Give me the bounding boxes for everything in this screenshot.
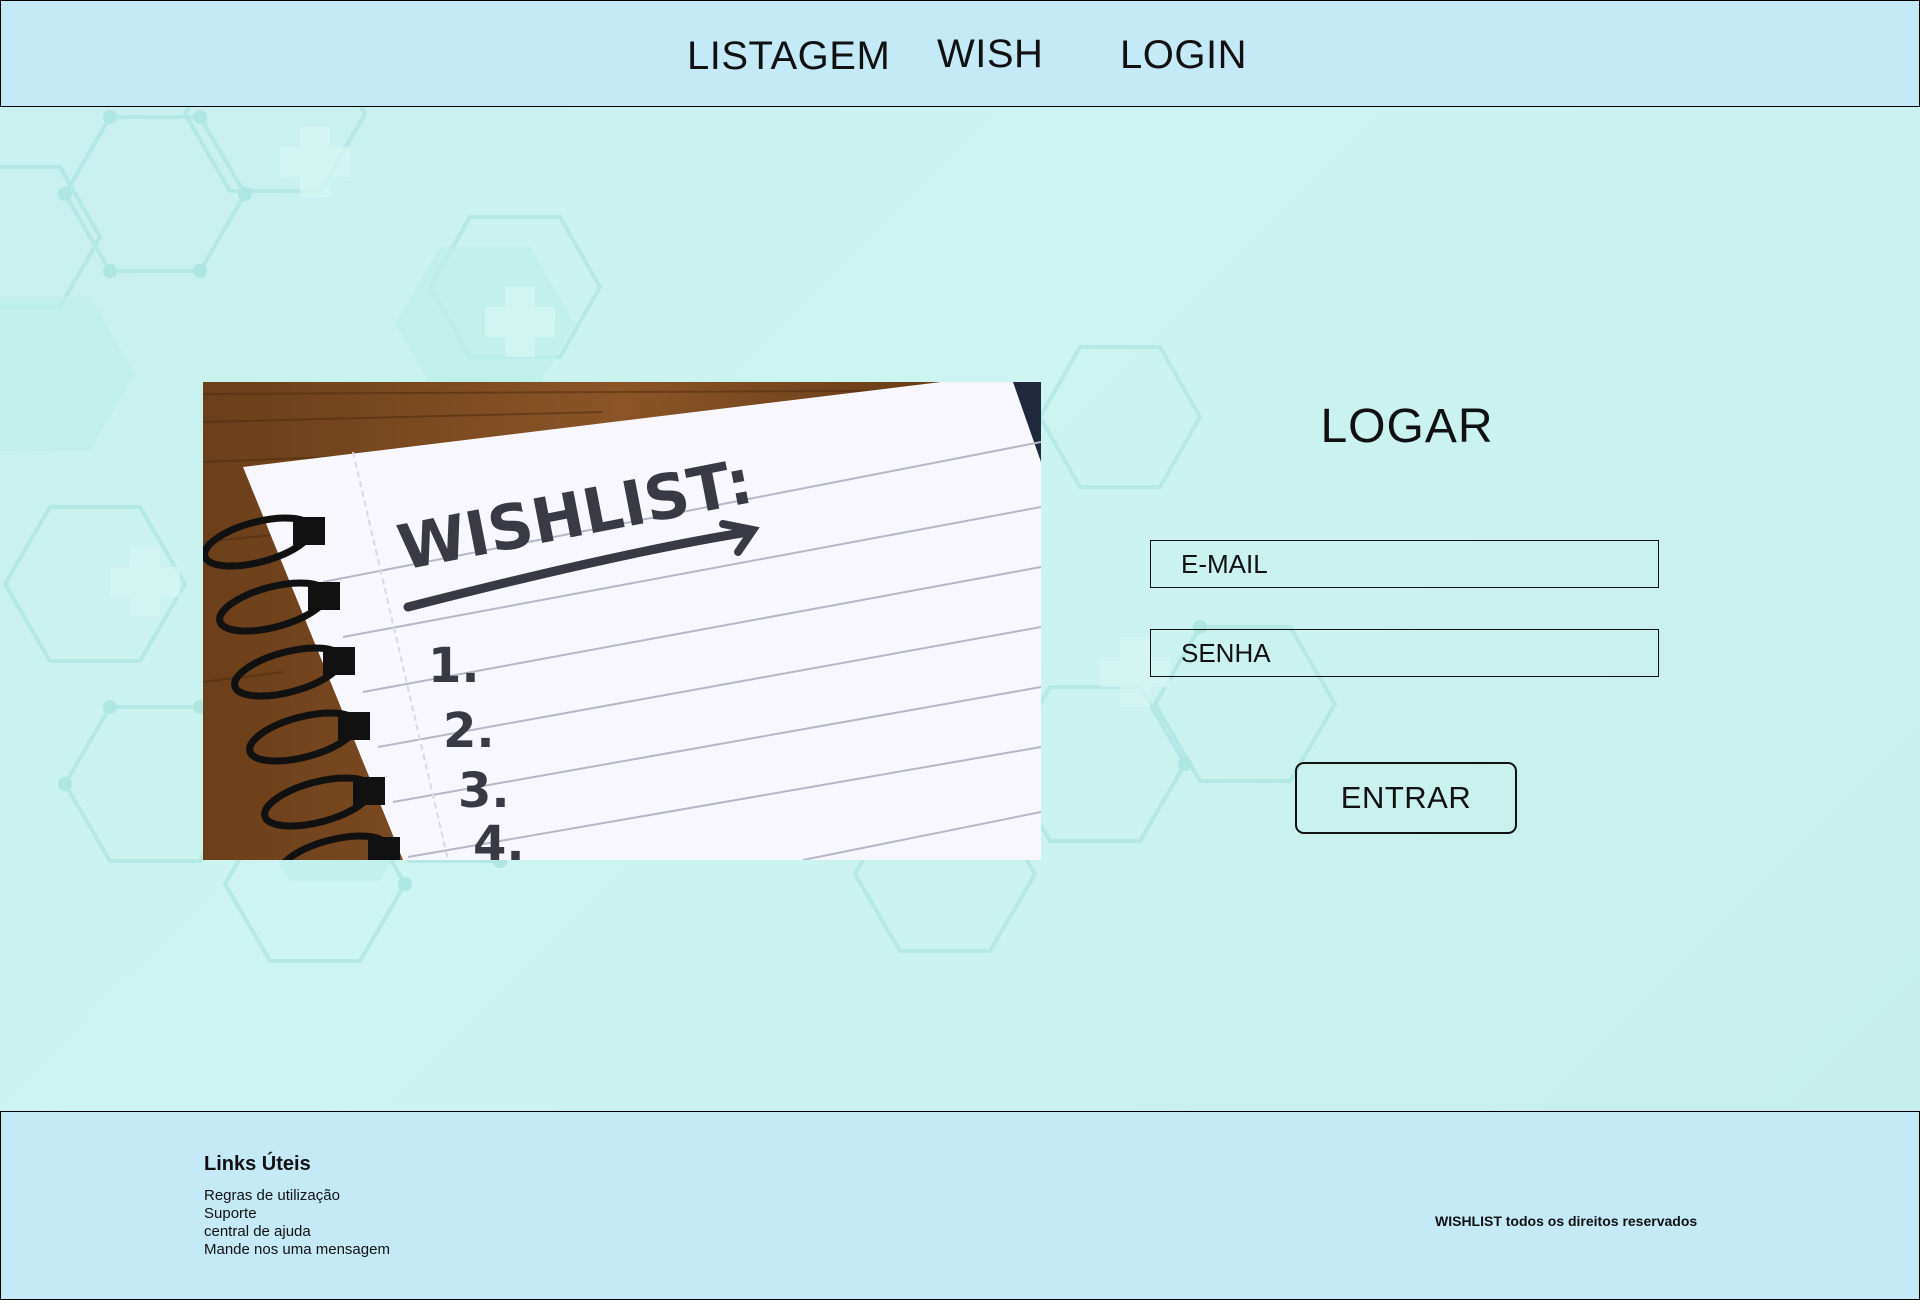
footer-link-rules[interactable]: Regras de utilização — [204, 1187, 390, 1205]
footer: Links Úteis Regras de utilização Suporte… — [0, 1111, 1920, 1300]
nav-login-link[interactable]: LOGIN — [1120, 33, 1247, 78]
footer-links: Regras de utilização Suporte central de … — [204, 1187, 390, 1259]
footer-link-help-center[interactable]: central de ajuda — [204, 1223, 390, 1241]
password-field[interactable] — [1150, 629, 1659, 677]
notebook-item-3: 3. — [458, 763, 510, 819]
copyright-notice: WISHLIST todos os direitos reservados — [1435, 1213, 1698, 1229]
submit-login-button[interactable]: ENTRAR — [1295, 762, 1517, 834]
nav-wish-link[interactable]: WISH — [937, 32, 1043, 77]
notebook-item-1: 1. — [428, 638, 480, 694]
notebook-item-4: 4. — [473, 816, 525, 860]
nav-listagem-link[interactable]: LISTAGEM — [687, 34, 890, 79]
top-navigation-bar: LISTAGEM WISH LOGIN — [0, 0, 1920, 107]
login-title: LOGAR — [1320, 400, 1494, 453]
notebook-item-2: 2. — [443, 703, 495, 759]
footer-link-contact[interactable]: Mande nos uma mensagem — [204, 1241, 390, 1259]
footer-heading: Links Úteis — [204, 1153, 311, 1175]
email-field[interactable] — [1150, 540, 1659, 588]
footer-link-support[interactable]: Suporte — [204, 1205, 390, 1223]
wishlist-notebook-image: WISHLIST: 1. 2. 3. 4. — [203, 382, 1041, 860]
